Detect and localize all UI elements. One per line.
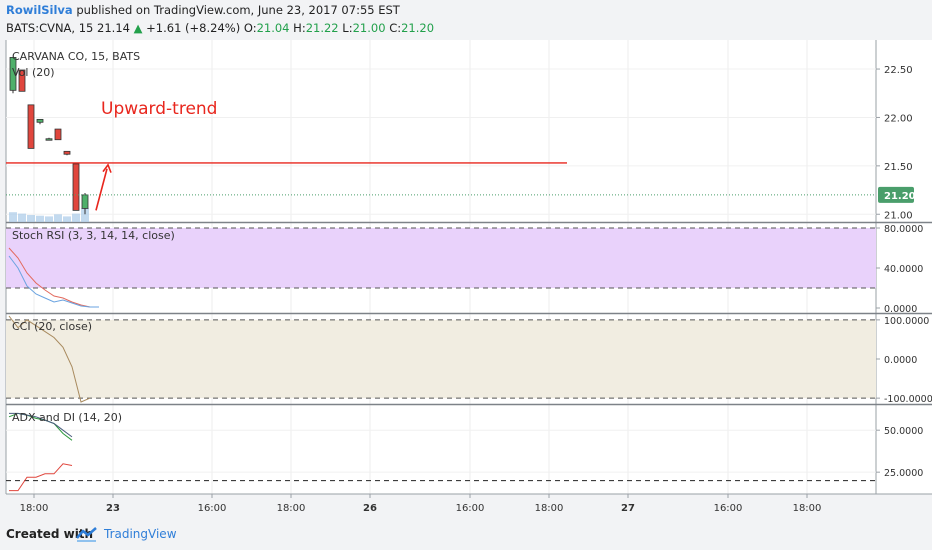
candle-body (45, 138, 53, 141)
candle-body (54, 128, 62, 141)
candle-body (36, 118, 44, 123)
volume-label: Vol (20) (12, 66, 55, 79)
candle-body (72, 163, 80, 211)
time-tick-label: 18:00 (277, 503, 306, 514)
indicator-pane-title: ADX and DI (14, 20) (12, 411, 122, 424)
indicator-tick-label: 0.0000 (884, 304, 917, 315)
price-tick-label: 21.00 (884, 210, 913, 221)
tradingview-brand[interactable]: TradingView (104, 527, 177, 541)
up-arrow-icon: ▲ (133, 21, 143, 35)
upward-trend-annotation: Upward-trend (101, 99, 217, 119)
volume-bar (27, 215, 35, 222)
last-price: 21.14 (97, 21, 130, 35)
indicator-tick-label: 40.0000 (884, 264, 923, 275)
candle-body (63, 150, 71, 155)
time-tick-label: 23 (106, 503, 120, 514)
volume-bar (18, 213, 26, 222)
candle-body (81, 194, 89, 209)
high-value: 21.22 (305, 21, 339, 35)
published-text: published on TradingView.com, June 23, 2… (76, 3, 400, 17)
indicator-band-fill (6, 319, 876, 399)
open-value: 21.04 (256, 21, 290, 35)
time-tick-label: 16:00 (714, 503, 743, 514)
time-tick-label: 16:00 (456, 503, 485, 514)
price-tick-label: 22.00 (884, 113, 913, 124)
low-value: 21.00 (352, 21, 386, 35)
time-tick-label: 16:00 (198, 503, 227, 514)
price-tick-label: 22.50 (884, 65, 913, 76)
time-tick-label: 26 (363, 503, 377, 514)
last-price-badge-label: 21.20 (884, 191, 916, 202)
change-value: +1.61 (+8.24%) (146, 21, 241, 35)
chart-area[interactable]: 22.50 22.00 21.50 21.00 21.20 CARVANA CO, 15,… (0, 40, 932, 520)
indicator-pane-title: Stoch RSI (3, 3, 14, 14, close) (12, 229, 175, 242)
volume-bar (36, 215, 44, 222)
publish-line: RowilSilva published on TradingView.com,… (6, 3, 400, 17)
indicator-tick-label: -100.0000 (884, 394, 932, 405)
open-label: O: (243, 21, 257, 35)
time-tick-label: 18:00 (535, 503, 564, 514)
candle-body (27, 104, 35, 149)
indicator-tick-label: 80.0000 (884, 224, 923, 235)
tradingview-logo-icon (76, 527, 97, 542)
footer: Created with TradingView (0, 520, 932, 550)
time-tick-label: 27 (621, 503, 635, 514)
low-label: L: (342, 21, 353, 35)
indicator-tick-label: 50.0000 (884, 426, 923, 437)
close-value: 21.20 (401, 21, 435, 35)
indicator-pane-title: CCI (20, close) (12, 320, 92, 333)
chart-header: RowilSilva published on TradingView.com,… (0, 0, 932, 40)
volume-bar (63, 216, 71, 222)
indicator-tick-label: 0.0000 (884, 355, 917, 366)
indicator-tick-label: 100.0000 (884, 316, 929, 327)
indicator-tick-label: 25.0000 (884, 468, 923, 479)
time-tick-label: 18:00 (20, 503, 49, 514)
close-label: C: (389, 21, 402, 35)
volume-bar (72, 213, 80, 222)
volume-bar (45, 216, 53, 222)
volume-bar (54, 214, 62, 222)
volume-bar (9, 212, 17, 222)
price-tick-label: 21.50 (884, 162, 913, 173)
author-link[interactable]: RowilSilva (6, 3, 73, 17)
quote-line: BATS:CVNA, 15 21.14 ▲ +1.61 (+8.24%) O:2… (6, 21, 434, 35)
time-tick-label: 18:00 (793, 503, 822, 514)
price-pane-title: CARVANA CO, 15, BATS (12, 50, 140, 63)
symbol-label: BATS:CVNA, 15 (6, 21, 94, 35)
high-label: H: (293, 21, 306, 35)
